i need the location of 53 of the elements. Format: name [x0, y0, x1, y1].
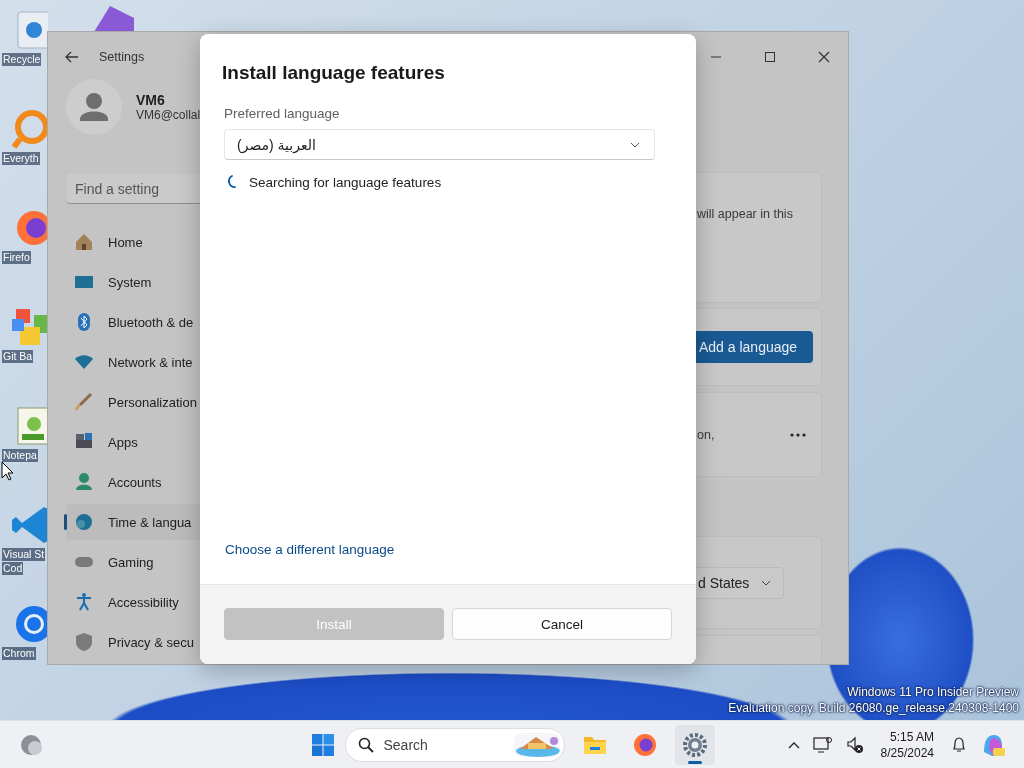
- nav-item[interactable]: Network & inte: [66, 344, 236, 380]
- maximize-icon[interactable]: [764, 51, 776, 63]
- icon-label: Recycle: [2, 53, 42, 66]
- settings-icon: [681, 731, 708, 758]
- taskbar-search-bar[interactable]: Search: [344, 727, 565, 762]
- chevron-down-icon: [630, 141, 640, 148]
- chevron-down-icon: [761, 579, 772, 586]
- nav-item[interactable]: Personalization: [66, 384, 236, 420]
- globe-clock-icon: [74, 512, 94, 532]
- network-icon[interactable]: [812, 735, 833, 754]
- clock-time[interactable]: 5:15 AM: [889, 728, 934, 745]
- clock-date[interactable]: 8/25/2024: [880, 744, 934, 761]
- taskbar-app[interactable]: [674, 724, 715, 765]
- brush-icon: [74, 392, 94, 412]
- card-text: will appear in this: [697, 207, 793, 221]
- icon-label: Chrom: [2, 647, 36, 660]
- nav-item[interactable]: Home: [66, 224, 236, 260]
- card-text: on,: [697, 427, 715, 442]
- home-icon: [74, 232, 94, 252]
- mouse-cursor-icon: [1, 461, 13, 481]
- nav-item[interactable]: Bluetooth & de: [66, 304, 236, 340]
- icon-label: Git Ba: [2, 350, 34, 363]
- more-icon[interactable]: [790, 432, 807, 437]
- status-text: Searching for language features: [249, 174, 442, 190]
- volume-muted-icon[interactable]: [845, 735, 864, 754]
- icon-label: Notepa: [2, 449, 38, 462]
- search-icon: [357, 736, 374, 753]
- icon-label: Everyth: [2, 152, 40, 165]
- icon-label: Visual St: [2, 548, 46, 561]
- nav-item[interactable]: System: [66, 264, 236, 300]
- back-icon[interactable]: [65, 51, 79, 63]
- bell-icon[interactable]: [951, 735, 967, 754]
- language-dropdown[interactable]: العربية (مصر): [224, 129, 655, 160]
- nav-item[interactable]: Apps: [66, 424, 236, 460]
- firefox-icon: [631, 731, 658, 758]
- dialog-title: Install language features: [222, 62, 445, 84]
- icon-label: Cod: [2, 562, 24, 575]
- account-email: VM6@collal: [136, 108, 201, 122]
- start-icon[interactable]: [310, 732, 335, 757]
- account-name: VM6: [136, 92, 166, 108]
- link[interactable]: Choose a different language: [225, 542, 395, 557]
- person-icon: [74, 472, 94, 492]
- shield-icon: [74, 632, 94, 652]
- cancel-button[interactable]: Cancel: [452, 608, 672, 640]
- accessibility-icon: [74, 592, 94, 612]
- close-icon[interactable]: [818, 51, 830, 63]
- chevron-up-icon[interactable]: [787, 740, 800, 749]
- field-label: Preferred language: [224, 106, 340, 121]
- window-title: Settings: [99, 50, 145, 64]
- nav-item[interactable]: Accounts: [66, 464, 236, 500]
- icon-label: Firefo: [2, 251, 31, 264]
- search-input[interactable]: Search: [381, 735, 506, 754]
- avatar-icon: [66, 79, 122, 135]
